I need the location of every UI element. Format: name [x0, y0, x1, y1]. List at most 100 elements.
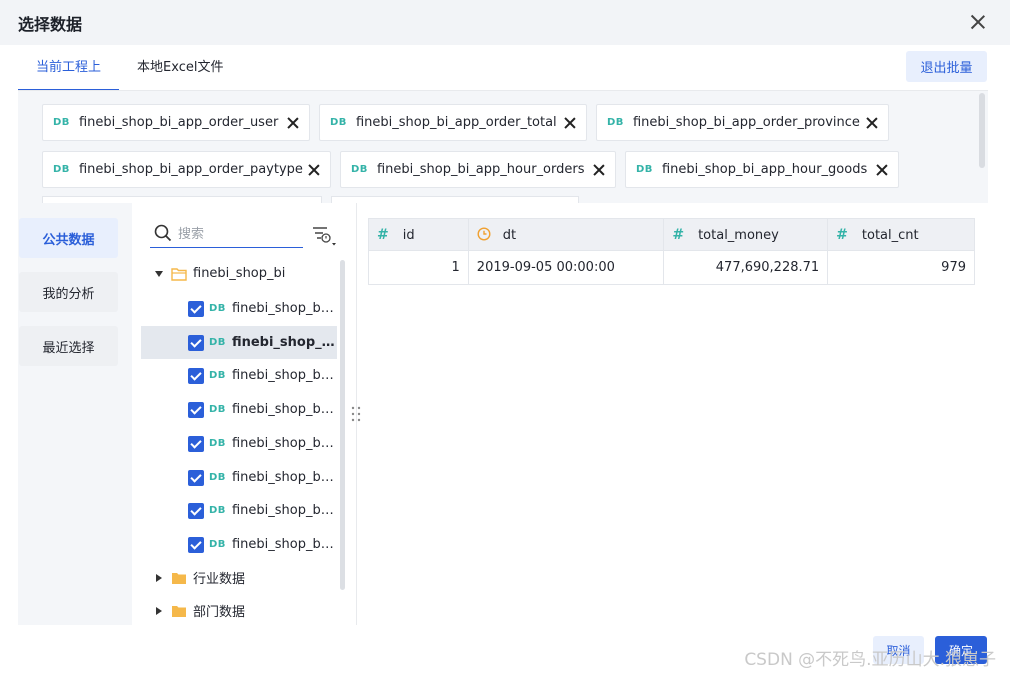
checked-checkbox[interactable]: [188, 300, 204, 317]
db-icon: DB: [209, 505, 226, 516]
search-input[interactable]: [178, 223, 298, 245]
folder-icon: [171, 267, 187, 281]
checked-checkbox[interactable]: [188, 334, 204, 351]
selected-table-chip: DB finebi_shop_bi_app_order_user: [42, 104, 310, 141]
tree-table-item[interactable]: DB finebi_shop_bi...: [141, 427, 337, 460]
selected-table-chip: DB finebi_shop_bi_app_order_province: [596, 104, 889, 141]
chip-label: finebi_shop_bi_app_order_paytype: [78, 162, 303, 177]
selected-table-chip: DB finebi_shop_bi_app_order_total: [319, 104, 587, 141]
tree-table-item[interactable]: DB finebi_shop_bi...: [141, 359, 337, 392]
search-box: [150, 221, 303, 248]
nav-public-data[interactable]: 公共数据: [19, 218, 118, 258]
source-tabs: 当前工程上 本地Excel文件: [18, 45, 241, 91]
selected-table-chip: DB finebi_shop_bi_app_hour_goods: [625, 151, 899, 188]
db-icon: DB: [209, 539, 226, 550]
remove-chip-icon[interactable]: [875, 163, 889, 177]
table-row: 1 2019-09-05 00:00:00 477,690,228.71 979: [368, 250, 975, 285]
tree-folder-department[interactable]: 部门数据: [141, 594, 337, 627]
table-cell: 1: [368, 250, 469, 285]
tree-scrollbar[interactable]: [340, 260, 345, 590]
number-type-icon: #: [836, 226, 848, 243]
tree-folder-label: 行业数据: [193, 572, 246, 587]
filter-sort-icon[interactable]: [311, 224, 339, 246]
tree-table-label: finebi_shop_bi...: [231, 470, 335, 485]
table-cell: 2019-09-05 00:00:00: [467, 250, 665, 285]
close-icon[interactable]: [968, 12, 988, 32]
chips-scrollbar[interactable]: [979, 93, 985, 168]
tree-folder-label: 部门数据: [193, 605, 246, 620]
selected-table-chip: DB finebi_shop_bi_app_order_paytype: [42, 151, 331, 188]
tree-folder-label: finebi_shop_bi: [193, 266, 286, 281]
table-cell: 477,690,228.71: [663, 250, 829, 285]
tree-table-item[interactable]: DB finebi_shop_bi...: [141, 393, 337, 426]
tree-table-label: finebi_shop_bi...: [231, 402, 335, 417]
chip-label: finebi_shop_bi_app_hour_orders: [376, 162, 585, 177]
tab-current-project[interactable]: 当前工程上: [18, 45, 120, 91]
table-cell: 979: [827, 250, 975, 285]
remove-chip-icon[interactable]: [307, 163, 321, 177]
checked-checkbox[interactable]: [188, 401, 204, 418]
db-icon: DB: [209, 337, 226, 348]
dialog-header: 选择数据: [0, 0, 1010, 45]
tree-table-label: finebi_shop_bi...: [231, 301, 335, 316]
tree-table-item[interactable]: DB finebi_shop_bi...: [141, 528, 337, 561]
number-type-icon: #: [672, 226, 685, 243]
db-icon: DB: [636, 164, 653, 175]
exit-batch-button[interactable]: 退出批量: [906, 51, 987, 82]
tree-table-item-selected[interactable]: DB finebi_shop_b...: [141, 326, 337, 359]
remove-chip-icon[interactable]: [592, 163, 606, 177]
tree-folder-finebi-shop-bi[interactable]: finebi_shop_bi: [141, 257, 337, 290]
tab-local-excel[interactable]: 本地Excel文件: [119, 45, 241, 91]
chip-label: finebi_shop_bi_app_order_province: [632, 115, 860, 130]
nav-my-analysis[interactable]: 我的分析: [19, 272, 118, 312]
folder-icon: [172, 572, 186, 584]
selected-tables-area: DB finebi_shop_bi_app_order_user DB fine…: [18, 91, 988, 203]
chip-label: finebi_shop_bi_app_order_total: [355, 115, 557, 130]
remove-chip-icon[interactable]: [563, 116, 577, 130]
expand-caret-icon[interactable]: [154, 573, 164, 583]
db-icon: DB: [209, 370, 226, 381]
resize-grip-icon[interactable]: [350, 405, 362, 423]
nav-recent[interactable]: 最近选择: [19, 326, 118, 366]
tree-table-label: finebi_shop_bi...: [231, 436, 335, 451]
search-icon: [154, 224, 172, 242]
db-icon: DB: [209, 404, 226, 415]
checked-checkbox[interactable]: [188, 435, 204, 452]
expand-caret-icon[interactable]: [154, 606, 164, 616]
chip-label: finebi_shop_bi_app_order_user: [78, 115, 279, 130]
checked-checkbox[interactable]: [188, 367, 204, 384]
selected-table-chip: DB finebi_shop_bi_app_hour_orders: [340, 151, 616, 188]
tree-folder-industry[interactable]: 行业数据: [141, 561, 337, 594]
data-source-nav: 公共数据 我的分析 最近选择: [18, 203, 132, 625]
tree-table-item[interactable]: DB finebi_shop_bi...: [141, 461, 337, 494]
tree-table-item[interactable]: DB finebi_shop_bi...: [141, 292, 337, 325]
data-preview-table: # id dt # total_money # total_cnt 1 2019…: [368, 218, 975, 285]
dialog-title: 选择数据: [18, 14, 83, 34]
column-header-id: # id: [368, 218, 469, 251]
watermark: CSDN @不死鸟.亚历山大.狼崽子: [744, 650, 996, 670]
column-header-total-money: # total_money: [663, 218, 829, 251]
checked-checkbox[interactable]: [188, 536, 204, 553]
tree-table-label: finebi_shop_bi...: [231, 368, 335, 383]
db-icon: DB: [53, 117, 70, 128]
folder-icon: [172, 605, 186, 617]
db-icon: DB: [209, 472, 226, 483]
table-header-row: # id dt # total_money # total_cnt: [368, 218, 975, 251]
db-icon: DB: [351, 164, 368, 175]
remove-chip-icon[interactable]: [865, 116, 879, 130]
collapse-caret-icon[interactable]: [154, 269, 164, 279]
clock-icon: [477, 226, 491, 241]
db-icon: DB: [330, 117, 347, 128]
number-type-icon: #: [377, 226, 389, 243]
checked-checkbox[interactable]: [188, 469, 204, 486]
db-icon: DB: [53, 164, 70, 175]
checked-checkbox[interactable]: [188, 502, 204, 519]
tree-table-label: finebi_shop_bi...: [231, 537, 335, 552]
remove-chip-icon[interactable]: [286, 116, 300, 130]
tree-table-item[interactable]: DB finebi_shop_bi...: [141, 494, 337, 527]
tree-table-label: finebi_shop_b...: [231, 335, 335, 350]
column-header-dt: dt: [467, 218, 665, 251]
tree-table-label: finebi_shop_bi...: [231, 503, 335, 518]
db-icon: DB: [607, 117, 624, 128]
selected-table-chip-partial: [42, 196, 322, 203]
